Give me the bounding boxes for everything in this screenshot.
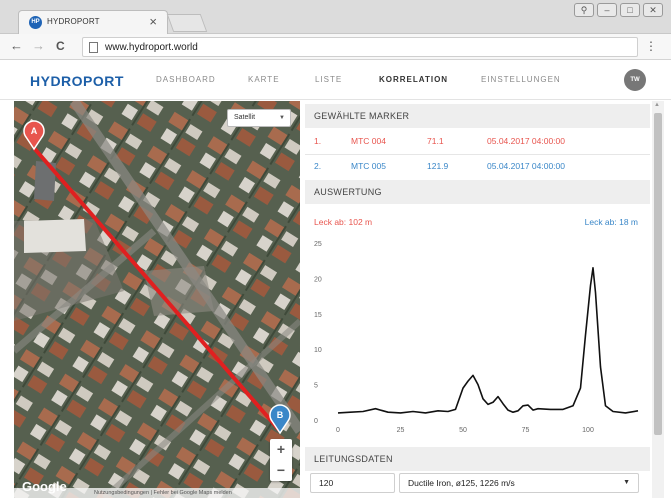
marker-name: MTC 005	[351, 161, 386, 171]
marker-time: 05.04.2017 04:00:00	[487, 136, 565, 146]
marker-time: 05.04.2017 04:00:00	[487, 161, 565, 171]
nav-liste[interactable]: LISTE	[315, 75, 342, 84]
y-tick-label: 25	[314, 241, 322, 248]
correlation-chart: 0 5 10 15 20 25 0 25 50 75 100	[314, 241, 639, 434]
address-bar[interactable]: www.hydroport.world	[82, 37, 638, 57]
browser-tab[interactable]: HP HYDROPORT ×	[18, 10, 168, 34]
nav-einstellungen[interactable]: EINSTELLUNGEN	[481, 75, 561, 84]
correlation-panel: GEWÄHLTE MARKER 1. MTC 004 71.1 05.04.20…	[305, 101, 650, 498]
reload-icon[interactable]: C	[56, 39, 65, 53]
y-tick-label: 10	[314, 347, 322, 354]
marker-a-label: A	[31, 126, 38, 136]
menu-dots-icon[interactable]: ⋮	[645, 39, 657, 53]
url-text: www.hydroport.world	[105, 42, 198, 53]
browser-toolbar: ← → C www.hydroport.world ⋮	[0, 34, 671, 60]
page-icon	[89, 42, 98, 53]
window-controls: ⚲ – □ ✕	[574, 3, 663, 17]
leak-distance-b: Leck ab: 18 m	[584, 217, 638, 227]
nav-dashboard[interactable]: DASHBOARD	[156, 75, 216, 84]
user-avatar[interactable]: TW	[624, 69, 646, 91]
zoom-in-button[interactable]: +	[270, 439, 292, 459]
y-tick-label: 20	[314, 276, 322, 283]
marker-name: MTC 004	[351, 136, 386, 146]
tab-close-icon[interactable]: ×	[149, 14, 157, 29]
correlation-series-line	[337, 267, 639, 414]
pipe-data-heading: LEITUNGSDATEN	[305, 447, 650, 471]
chevron-down-icon: ▼	[623, 479, 630, 486]
back-arrow-icon[interactable]: ←	[10, 39, 23, 53]
panel-scrollbar[interactable]: ▲	[652, 101, 664, 498]
browser-tabstrip: HP HYDROPORT × ⚲ – □ ✕	[0, 0, 671, 34]
x-tick-label: 0	[336, 427, 340, 434]
x-tick-label: 50	[459, 427, 467, 434]
pipe-length-input[interactable]: 120	[310, 473, 395, 493]
y-tick-label: 15	[314, 312, 322, 319]
selected-markers-heading: GEWÄHLTE MARKER	[305, 104, 650, 128]
scroll-thumb[interactable]	[654, 113, 662, 435]
minimize-button[interactable]: –	[597, 3, 617, 17]
marker-row[interactable]: 1. MTC 004 71.1 05.04.2017 04:00:00	[305, 129, 650, 153]
close-window-button[interactable]: ✕	[643, 3, 663, 17]
scroll-up-icon[interactable]: ▲	[654, 102, 660, 108]
marker-value: 71.1	[427, 136, 444, 146]
map-type-value: Satellit	[234, 114, 256, 121]
satellite-map[interactable]: A B Satellit ▼ + − Nutzungsbedingungen |…	[14, 101, 300, 498]
chevron-down-icon: ▼	[279, 115, 285, 121]
evaluation-heading: AUSWERTUNG	[305, 180, 650, 204]
nav-korrelation[interactable]: KORRELATION	[379, 75, 448, 84]
pipe-material-select[interactable]: Ductile Iron, ø125, 1226 m/s ▼	[399, 473, 639, 493]
marker-index: 1.	[314, 136, 322, 146]
new-tab-button[interactable]	[166, 14, 208, 32]
marker-b-label: B	[277, 410, 284, 420]
tab-title: HYDROPORT	[47, 17, 100, 26]
favicon-icon: HP	[29, 16, 42, 29]
app-header: HYDROPORT DASHBOARD KARTE LISTE KORRELAT…	[0, 60, 671, 100]
y-tick-label: 0	[314, 418, 318, 425]
zoom-out-button[interactable]: −	[270, 460, 292, 480]
brand-logo[interactable]: HYDROPORT	[30, 73, 124, 89]
map-type-select[interactable]: Satellit ▼	[227, 109, 291, 127]
pipe-material-value: Ductile Iron, ø125, 1226 m/s	[408, 478, 515, 488]
nav-karte[interactable]: KARTE	[248, 75, 280, 84]
zoom-control: + −	[270, 439, 292, 481]
marker-index: 2.	[314, 161, 322, 171]
y-tick-label: 5	[314, 383, 318, 390]
x-tick-label: 75	[522, 427, 530, 434]
marker-row[interactable]: 2. MTC 005 121.9 05.04.2017 04:00:00	[305, 154, 650, 178]
maximize-button[interactable]: □	[620, 3, 640, 17]
google-logo: Google	[22, 479, 67, 494]
map-imagery: A B	[14, 101, 300, 498]
x-tick-label: 25	[397, 427, 405, 434]
x-tick-label: 100	[582, 427, 594, 434]
forward-arrow-icon[interactable]: →	[32, 39, 45, 53]
profile-icon[interactable]: ⚲	[574, 3, 594, 17]
marker-value: 121.9	[427, 161, 449, 171]
leak-distance-a: Leck ab: 102 m	[314, 217, 373, 227]
